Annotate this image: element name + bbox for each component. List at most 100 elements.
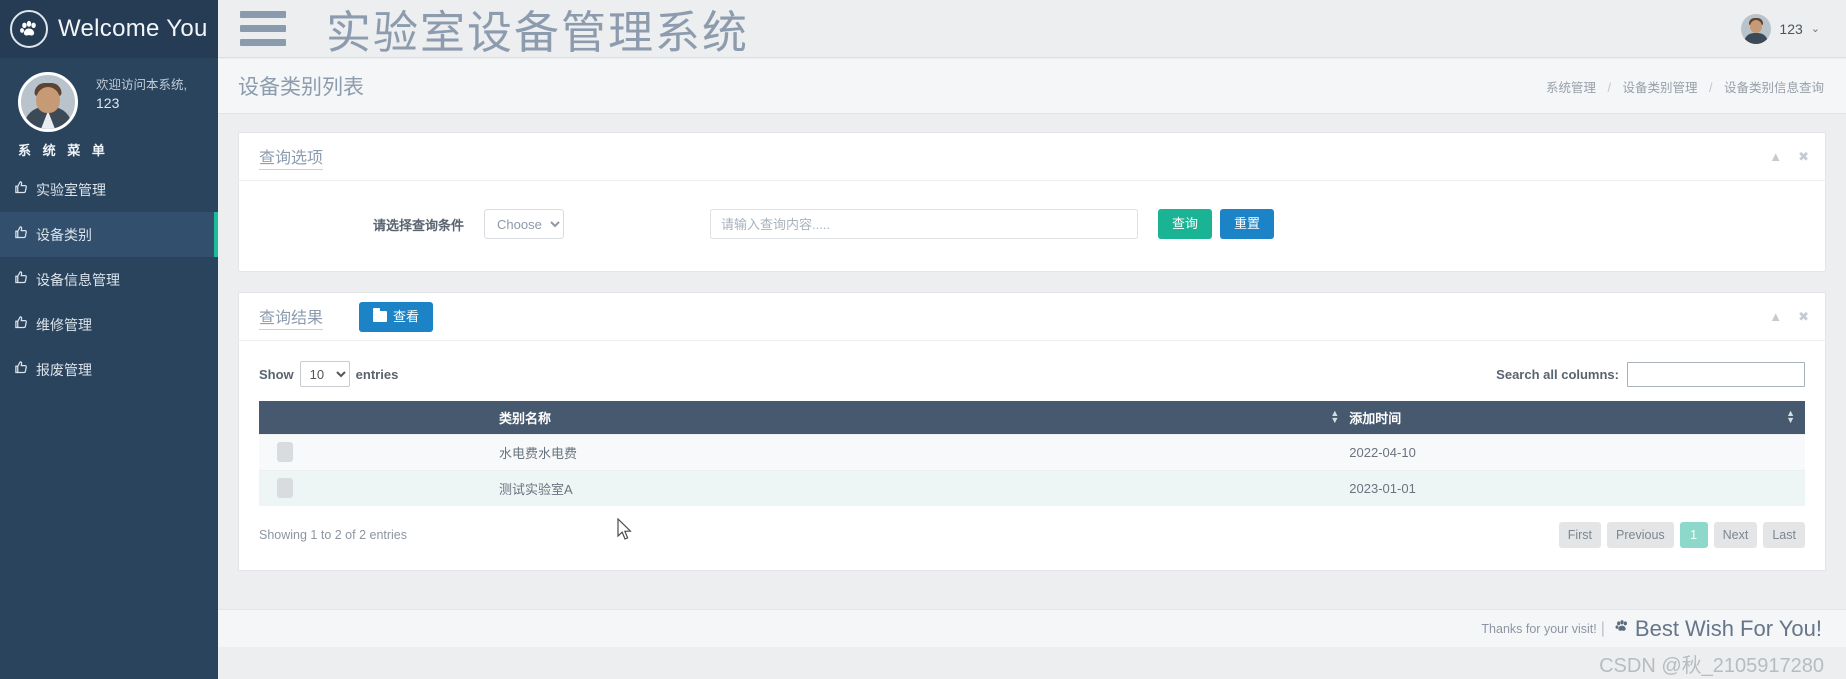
footer-separator: | [1600, 619, 1605, 637]
user-menu[interactable]: 123 ⌄ [1741, 13, 1820, 44]
thumbs-up-icon [14, 225, 36, 244]
cell-add-time: 2022-04-10 [1349, 433, 1805, 470]
table-header-row: 类别名称 ▲ ▼ 添加时间 ▲ ▼ [259, 401, 1805, 434]
user-menu-label: 123 [1779, 20, 1803, 37]
sidebar-item-label: 维修管理 [36, 316, 92, 333]
close-icon[interactable]: ✖ [1798, 309, 1809, 325]
page-title: 设备类别列表 [238, 76, 364, 99]
thumbs-up-icon [14, 270, 36, 289]
search-all-columns-label: Search all columns: [1496, 366, 1619, 382]
show-entries-control: Show 10 entries [259, 361, 398, 387]
welcome-message: 欢迎访问本系统, [96, 78, 187, 92]
pagination-page-1[interactable]: 1 [1679, 522, 1708, 548]
query-keyword-input[interactable] [710, 209, 1138, 239]
folder-icon [373, 308, 388, 322]
thumbs-up-icon [14, 360, 36, 379]
row-select-cell [259, 433, 499, 470]
sidebar-item-label: 设备类别 [36, 226, 92, 243]
thumbs-up-icon [14, 315, 36, 334]
table-body: 水电费水电费 2022-04-10 测试实验室A 2023-01-01 [259, 433, 1805, 506]
table-row[interactable]: 水电费水电费 2022-04-10 [259, 433, 1805, 470]
pagination-next[interactable]: Next [1713, 522, 1758, 548]
sidebar-item-device-info-management[interactable]: 设备信息管理 [0, 257, 218, 302]
chevron-down-icon: ⌄ [1810, 23, 1820, 35]
show-label: Show [259, 366, 294, 382]
device-category-table: 类别名称 ▲ ▼ 添加时间 ▲ ▼ 水电费水电费 2022-04-10 测试实验… [259, 401, 1805, 506]
app-root: Welcome You 欢迎访问本系统, 123 系 统 菜 单 实验室管理 设… [0, 0, 1846, 679]
cell-category-name: 水电费水电费 [499, 433, 1350, 470]
cell-add-time: 2023-01-01 [1349, 469, 1805, 506]
column-header-add-time[interactable]: 添加时间 ▲ ▼ [1349, 401, 1805, 434]
sidebar: Welcome You 欢迎访问本系统, 123 系 统 菜 单 实验室管理 设… [0, 0, 218, 679]
sidebar-item-label: 设备信息管理 [36, 271, 120, 288]
sidebar-menu: 实验室管理 设备类别 设备信息管理 维修管理 报废管理 [0, 167, 218, 392]
query-condition-select[interactable]: Choose. [484, 209, 564, 239]
close-icon[interactable]: ✖ [1798, 149, 1809, 165]
sidebar-item-maintenance-management[interactable]: 维修管理 [0, 302, 218, 347]
search-button[interactable]: 查询 [1158, 209, 1213, 239]
avatar [18, 72, 78, 132]
breadcrumb-item-2[interactable]: 设备类别管理 [1623, 81, 1698, 95]
avatar [1741, 13, 1772, 44]
sidebar-menu-title: 系 统 菜 单 [18, 143, 109, 158]
page-footer: Thanks for your visit! | Best Wish For Y… [218, 609, 1846, 647]
table-row[interactable]: 测试实验室A 2023-01-01 [259, 469, 1805, 506]
row-select-cell [259, 469, 499, 506]
sidebar-item-device-category[interactable]: 设备类别 [0, 212, 218, 257]
breadcrumb-item-1[interactable]: 系统管理 [1546, 81, 1596, 95]
paw-icon [1613, 618, 1631, 639]
pagination-previous[interactable]: Previous [1607, 522, 1674, 548]
result-panel-title: 查询结果 [259, 304, 324, 330]
column-header-category-name[interactable]: 类别名称 ▲ ▼ [499, 401, 1350, 434]
pagination-last[interactable]: Last [1763, 522, 1805, 548]
table-footer: Showing 1 to 2 of 2 entries First Previo… [259, 506, 1805, 552]
column-header-select [259, 401, 499, 434]
footer-thanks-text: Thanks for your visit! [1481, 621, 1597, 636]
topbar: 实验室设备管理系统 123 ⌄ [218, 0, 1846, 58]
query-panel-body: 请选择查询条件 Choose. 查询 重置 [239, 181, 1825, 271]
breadcrumb-separator: / [1607, 80, 1612, 95]
breadcrumb: 系统管理 / 设备类别管理 / 设备类别信息查询 [1546, 77, 1824, 96]
search-all-columns-input[interactable] [1627, 361, 1805, 387]
column-header-label: 类别名称 [499, 410, 552, 426]
page-header: 设备类别列表 系统管理 / 设备类别管理 / 设备类别信息查询 [218, 59, 1846, 114]
sort-icon: ▲ ▼ [1786, 408, 1795, 426]
thumbs-up-icon [14, 180, 36, 199]
sidebar-profile: 欢迎访问本系统, 123 [0, 58, 218, 136]
search-all-columns-control: Search all columns: [1496, 361, 1805, 387]
sidebar-item-label: 实验室管理 [36, 181, 106, 198]
query-result-panel: 查询结果 查看 ▲ ✖ Show 10 entries Search all c… [238, 292, 1826, 571]
watermark: CSDN @秋_2105917280 [218, 647, 1846, 679]
row-checkbox[interactable] [277, 442, 293, 462]
breadcrumb-separator: / [1709, 80, 1713, 95]
main-content: 查询选项 ▲ ✖ 请选择查询条件 Choose. 查询 重置 [218, 114, 1846, 609]
welcome-username: 123 [96, 95, 120, 112]
row-checkbox[interactable] [277, 478, 293, 499]
breadcrumb-item-3: 设备类别信息查询 [1723, 80, 1824, 95]
sidebar-item-scrap-management[interactable]: 报废管理 [0, 347, 218, 392]
sidebar-brand[interactable]: Welcome You [0, 0, 218, 58]
query-options-panel: 查询选项 ▲ ✖ 请选择查询条件 Choose. 查询 重置 [238, 132, 1826, 272]
view-button[interactable]: 查看 [359, 301, 434, 332]
chevron-up-icon[interactable]: ▲ [1769, 149, 1782, 164]
pagination-first[interactable]: First [1558, 522, 1602, 548]
query-panel-header: 查询选项 ▲ ✖ [239, 133, 1825, 181]
column-header-label: 添加时间 [1349, 410, 1402, 426]
showing-entries-info: Showing 1 to 2 of 2 entries [259, 528, 408, 542]
footer-best-wish: Best Wish For You! [1634, 615, 1822, 641]
query-panel-title: 查询选项 [259, 144, 324, 170]
sidebar-item-lab-management[interactable]: 实验室管理 [0, 167, 218, 212]
chevron-up-icon[interactable]: ▲ [1769, 309, 1782, 324]
table-controls: Show 10 entries Search all columns: [259, 357, 1805, 401]
paw-icon [10, 10, 48, 48]
cell-category-name: 测试实验室A [499, 469, 1350, 506]
sidebar-item-label: 报废管理 [36, 361, 92, 378]
view-button-label: 查看 [393, 308, 420, 324]
result-panel-header: 查询结果 查看 ▲ ✖ [239, 293, 1825, 341]
reset-button[interactable]: 重置 [1220, 209, 1275, 239]
pagination: First Previous 1 Next Last [1558, 522, 1805, 548]
sort-icon: ▲ ▼ [1330, 408, 1340, 426]
entries-per-page-select[interactable]: 10 [299, 361, 350, 387]
hamburger-icon[interactable] [240, 11, 286, 46]
result-panel-body: Show 10 entries Search all columns: 类别名称… [239, 341, 1825, 570]
